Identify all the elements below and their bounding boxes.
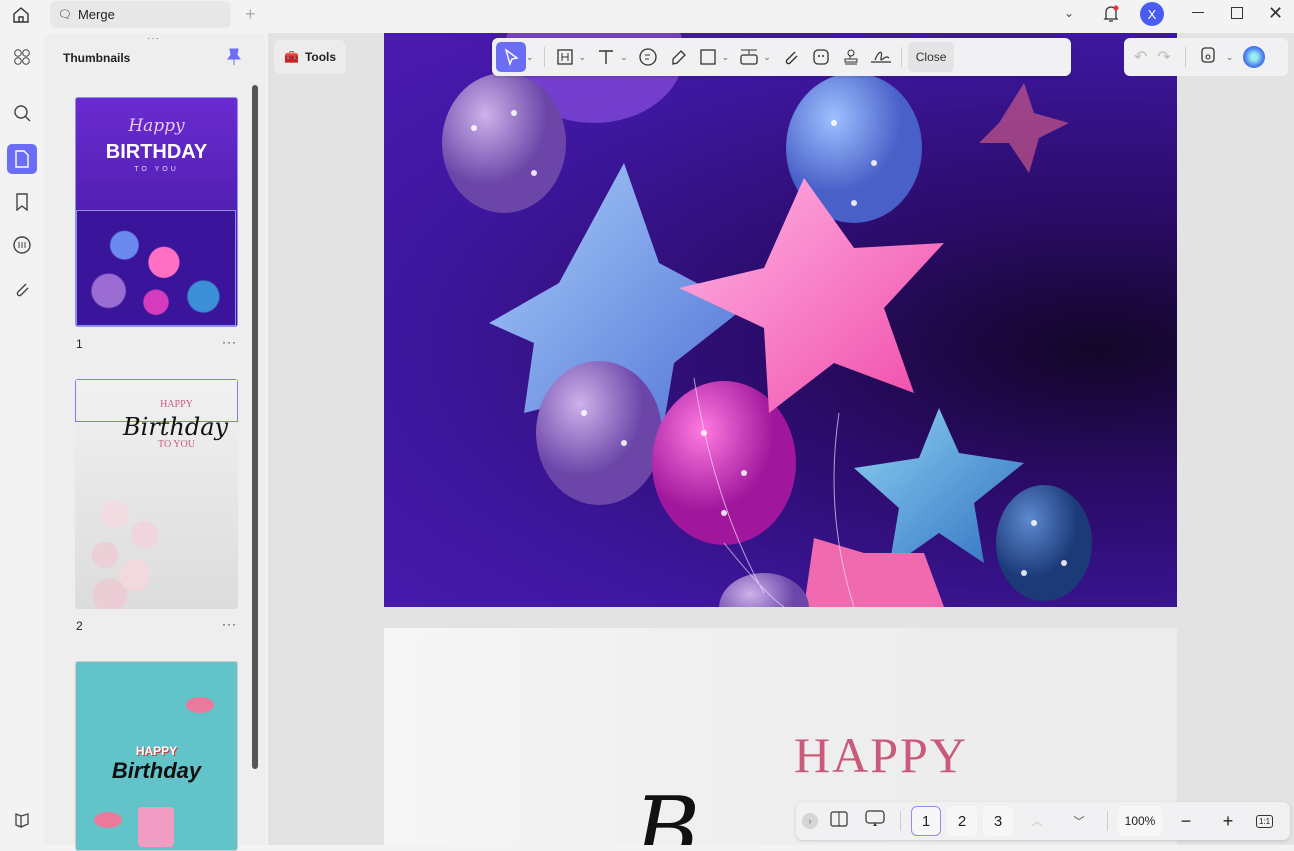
thumb-subtitle: TO YOU [134, 166, 179, 173]
bell-icon[interactable] [1102, 4, 1120, 29]
text-tool[interactable] [592, 42, 620, 72]
signature-tool[interactable] [867, 42, 895, 72]
tab-title: Merge [77, 7, 115, 22]
zoom-in-button[interactable]: + [1210, 811, 1246, 832]
zoom-out-button[interactable]: − [1168, 811, 1204, 832]
stamp-tool[interactable] [837, 42, 865, 72]
close-toolbar-button[interactable]: Close [907, 42, 955, 72]
page-heading: HAPPY [794, 727, 968, 783]
divider [1184, 47, 1186, 67]
drag-handle[interactable]: ··· [147, 33, 160, 44]
sticker-tool[interactable] [807, 42, 835, 72]
balloons-illustration [442, 33, 1092, 607]
page-number: 1 [76, 337, 83, 351]
cake-icon [138, 807, 174, 847]
pencil-tool[interactable] [664, 42, 692, 72]
script-title: B [634, 778, 701, 845]
next-page-button[interactable]: ﹀ [1061, 813, 1097, 829]
pin-icon[interactable] [227, 48, 241, 71]
search-icon[interactable] [10, 101, 34, 125]
thumb-title: BIRTHDAY [105, 141, 208, 163]
donut-icon [94, 812, 122, 828]
donut-icon [186, 697, 214, 713]
presentation-icon[interactable] [860, 809, 890, 833]
divider [900, 47, 902, 67]
chevron-down-icon[interactable]: ⌄ [579, 52, 587, 63]
document-tab[interactable]: 🗨 Merge [50, 1, 231, 28]
zoom-level[interactable]: 100% [1118, 806, 1162, 836]
divider [900, 811, 901, 831]
page-button-2[interactable]: 2 [947, 806, 977, 836]
chevron-down-icon[interactable]: ⌄ [1064, 6, 1074, 20]
page-button-1[interactable]: 1 [911, 806, 941, 836]
ai-assistant-icon[interactable] [1243, 46, 1266, 68]
annotation-toolbar: ⌄ ⌄ ⌄ ⌄ ⌄ Close [492, 38, 1071, 76]
left-rail [0, 30, 44, 845]
thumbnail-page-1[interactable]: Happy BIRTHDAY TO YOU [75, 97, 238, 327]
thumbnail-page-2[interactable]: HAPPY Birthday TO YOU [75, 379, 238, 609]
toolbox-icon: 🧰 [284, 50, 299, 64]
chevron-down-icon[interactable]: ⌄ [1226, 52, 1234, 63]
thumbnails-icon[interactable] [7, 144, 37, 174]
home-icon[interactable] [11, 5, 31, 30]
highlight-tool[interactable] [551, 42, 579, 72]
redo-icon[interactable]: ↷ [1157, 47, 1170, 67]
select-tool[interactable] [496, 42, 526, 72]
actual-size-button[interactable]: 1:1 [1256, 814, 1274, 828]
maximize-button[interactable] [1231, 7, 1243, 19]
title-bar: 🗨 Merge + ⌄ X ✕ [0, 0, 1294, 30]
comment-icon: 🗨 [58, 9, 72, 21]
attachment-icon[interactable] [10, 277, 34, 301]
more-options-button[interactable]: ··· [222, 335, 237, 349]
page-button-3[interactable]: 3 [983, 806, 1013, 836]
thumb-title: Happy [128, 116, 185, 136]
history-toolbar: ↶ ↷ ⌄ [1124, 38, 1288, 76]
undo-icon[interactable]: ↶ [1134, 47, 1147, 67]
apps-icon[interactable] [10, 45, 34, 69]
thumb-title: HAPPY [135, 744, 178, 758]
minimize-button[interactable] [1192, 12, 1204, 13]
thumbnails-panel: ··· Thumbnails Happy BIRTHDAY TO YOU 1 ·… [44, 33, 266, 851]
page-navigation-bar: › 1 2 3 ︿ ﹀ 100% − + 1:1 [796, 802, 1290, 840]
thumb-subtitle: TO YOU [158, 439, 195, 450]
panel-title: Thumbnails [63, 51, 131, 65]
thumb-title: HAPPY [160, 399, 193, 410]
collapse-button[interactable]: › [802, 813, 818, 829]
balloons-image [75, 474, 175, 609]
measure-tool[interactable] [735, 42, 763, 72]
divider [543, 47, 545, 67]
chevron-down-icon[interactable]: ⌄ [620, 52, 628, 63]
save-icon[interactable] [1200, 46, 1216, 69]
scrollbar[interactable] [252, 85, 258, 769]
previous-page-button[interactable]: ︿ [1019, 813, 1055, 829]
page-1 [384, 33, 1177, 607]
avatar[interactable]: X [1140, 2, 1164, 26]
tools-label: Tools [304, 50, 337, 64]
more-options-button[interactable]: ··· [222, 617, 237, 631]
close-window-button[interactable]: ✕ [1268, 3, 1283, 24]
chevron-down-icon[interactable]: ⌄ [763, 52, 771, 63]
viewport-indicator[interactable] [76, 210, 236, 326]
new-tab-button[interactable]: + [245, 4, 256, 25]
thumb-title: Birthday [111, 758, 202, 783]
attachment-tool[interactable] [777, 42, 805, 72]
tools-button[interactable]: 🧰 Tools [274, 40, 346, 74]
thumb-title: Birthday [123, 413, 229, 441]
comment-icon[interactable] [10, 233, 34, 257]
shape-tool[interactable] [694, 42, 722, 72]
thumbnail-page-3[interactable]: HAPPY Birthday [75, 661, 238, 851]
bookmark-icon[interactable] [10, 190, 34, 214]
page-layout-icon[interactable] [824, 810, 854, 832]
layers-icon[interactable] [10, 808, 34, 832]
chevron-down-icon[interactable]: ⌄ [722, 52, 730, 63]
divider [1107, 811, 1108, 831]
comment-tool[interactable] [634, 42, 662, 72]
page-number: 2 [76, 619, 83, 633]
chevron-down-icon[interactable]: ⌄ [526, 52, 534, 63]
